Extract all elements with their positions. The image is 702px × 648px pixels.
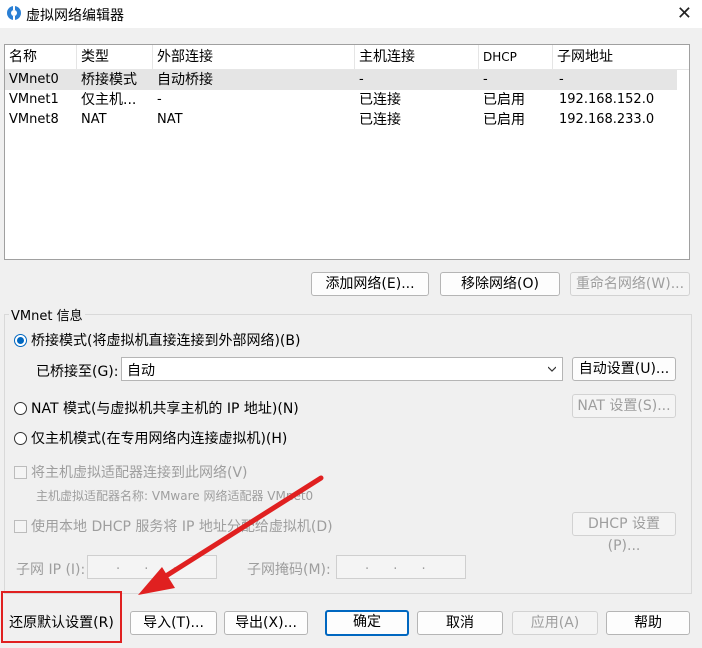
cell-external: - — [157, 92, 162, 107]
nat-mode-label: NAT 模式(与虚拟机共享主机的 IP 地址)(N) — [31, 401, 299, 417]
cell-type: NAT — [81, 112, 107, 127]
bridged-mode-option[interactable]: 桥接模式(将虚拟机直接连接到外部网络)(B) — [14, 330, 300, 350]
network-editor-icon — [7, 6, 21, 20]
window-title: 虚拟网络编辑器 — [26, 8, 124, 24]
list-header: 名称 类型 外部连接 主机连接 DHCP 子网地址 — [5, 45, 689, 70]
subnet-mask-input[interactable]: . . . — [336, 555, 466, 579]
cell-dhcp: - — [483, 72, 488, 87]
connect-adapter-option[interactable]: 将主机虚拟适配器连接到此网络(V) — [14, 462, 248, 482]
bridged-to-value: 自动 — [127, 363, 155, 379]
table-row[interactable]: VMnet8 NAT NAT 已连接 已启用 192.168.233.0 — [5, 110, 677, 130]
cell-type: 桥接模式 — [81, 72, 137, 88]
subnet-ip-input[interactable]: . . . — [87, 555, 217, 579]
cell-external: NAT — [157, 112, 183, 127]
col-host-header[interactable]: 主机连接 — [355, 45, 479, 69]
col-dhcp-header[interactable]: DHCP — [479, 45, 553, 69]
cell-type: 仅主机... — [81, 92, 137, 108]
remove-network-button[interactable]: 移除网络(O) — [440, 272, 560, 296]
hostonly-radio[interactable] — [14, 432, 27, 445]
cell-name: VMnet1 — [9, 92, 59, 107]
bridged-radio[interactable] — [14, 334, 27, 347]
auto-settings-button[interactable]: 自动设置(U)... — [572, 357, 676, 381]
vmnet-info-title: VMnet 信息 — [9, 305, 85, 324]
dhcp-settings-button[interactable]: DHCP 设置(P)... — [572, 512, 676, 554]
apply-button[interactable]: 应用(A) — [512, 611, 598, 635]
vmnet-info-group — [4, 314, 692, 594]
chevron-down-icon — [548, 366, 556, 372]
annotation-highlight-box — [1, 591, 122, 643]
hostonly-mode-option[interactable]: 仅主机模式(在专用网络内连接虚拟机)(H) — [14, 428, 287, 448]
cell-subnet: 192.168.152.0 — [559, 92, 655, 107]
adapter-name-label: 主机虚拟适配器名称: VMware 网络适配器 VMnet0 — [36, 489, 314, 503]
subnet-mask-label: 子网掩码(M): — [247, 562, 331, 578]
dhcp-label: 使用本地 DHCP 服务将 IP 地址分配给虚拟机(D) — [31, 519, 333, 535]
subnet-mask-dots: . . . — [365, 558, 436, 573]
cell-host: 已连接 — [359, 92, 401, 108]
dhcp-checkbox[interactable] — [14, 520, 27, 533]
import-button[interactable]: 导入(T)... — [130, 611, 217, 635]
connect-adapter-label: 将主机虚拟适配器连接到此网络(V) — [31, 465, 248, 481]
hostonly-mode-label: 仅主机模式(在专用网络内连接虚拟机)(H) — [31, 431, 288, 447]
subnet-ip-dots: . . . — [116, 558, 187, 573]
cell-name: VMnet0 — [9, 72, 59, 87]
bridged-to-label: 已桥接至(G): — [36, 364, 119, 380]
cell-dhcp: 已启用 — [483, 112, 525, 128]
col-name-header[interactable]: 名称 — [5, 45, 77, 69]
col-subnet-header[interactable]: 子网地址 — [553, 45, 689, 69]
add-network-button[interactable]: 添加网络(E)... — [311, 272, 429, 296]
bridged-to-select[interactable]: 自动 — [121, 357, 563, 381]
network-list[interactable]: 名称 类型 外部连接 主机连接 DHCP 子网地址 VMnet0 桥接模式 自动… — [4, 44, 690, 260]
nat-settings-button[interactable]: NAT 设置(S)... — [572, 394, 676, 418]
export-button[interactable]: 导出(X)... — [224, 611, 308, 635]
subnet-ip-label: 子网 IP (I): — [16, 562, 86, 578]
table-row[interactable]: VMnet0 桥接模式 自动桥接 - - - — [5, 70, 677, 90]
table-row[interactable]: VMnet1 仅主机... - 已连接 已启用 192.168.152.0 — [5, 90, 677, 110]
col-external-header[interactable]: 外部连接 — [153, 45, 355, 69]
bridged-mode-label: 桥接模式(将虚拟机直接连接到外部网络)(B) — [31, 333, 301, 349]
cell-host: - — [359, 72, 364, 87]
nat-radio[interactable] — [14, 402, 27, 415]
help-button[interactable]: 帮助 — [606, 611, 690, 635]
connect-adapter-checkbox[interactable] — [14, 466, 27, 479]
ok-button[interactable]: 确定 — [325, 610, 409, 636]
cell-dhcp: 已启用 — [483, 92, 525, 108]
cell-name: VMnet8 — [9, 112, 59, 127]
dhcp-option[interactable]: 使用本地 DHCP 服务将 IP 地址分配给虚拟机(D) — [14, 516, 333, 536]
col-type-header[interactable]: 类型 — [77, 45, 153, 69]
title-bar: 虚拟网络编辑器 ✕ — [0, 0, 702, 28]
cell-external: 自动桥接 — [157, 72, 213, 88]
close-icon[interactable]: ✕ — [677, 3, 692, 24]
nat-mode-option[interactable]: NAT 模式(与虚拟机共享主机的 IP 地址)(N) — [14, 398, 299, 418]
cell-subnet: - — [559, 72, 564, 87]
cancel-button[interactable]: 取消 — [417, 611, 503, 635]
cell-host: 已连接 — [359, 112, 401, 128]
cell-subnet: 192.168.233.0 — [559, 112, 655, 127]
rename-network-button[interactable]: 重命名网络(W)... — [570, 272, 690, 296]
